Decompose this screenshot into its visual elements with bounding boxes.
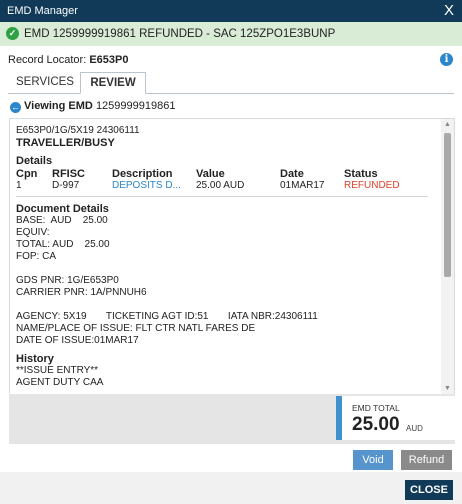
cell-cpn: 1 <box>16 180 22 191</box>
pnr-line: E653P0/1G/5X19 24306111 <box>16 125 140 136</box>
history-line-2: AGENT DUTY CAA <box>16 377 104 388</box>
tab-services[interactable]: SERVICES <box>14 72 76 92</box>
history-line-1: **ISSUE ENTRY** <box>16 365 99 376</box>
agency-line: AGENCY: 5X19 TICKETING AGT ID:51 IATA NB… <box>16 311 318 322</box>
passenger-name: TRAVELLER/BUSY <box>16 137 115 149</box>
viewing-label: Viewing EMD <box>24 100 93 112</box>
place-of-issue-line: NAME/PLACE OF ISSUE: FLT CTR NATL FARES … <box>16 323 256 334</box>
void-button[interactable]: Void <box>353 450 393 470</box>
dialog-footer <box>0 472 462 504</box>
vertical-scrollbar[interactable]: ▲ ▼ <box>441 119 454 395</box>
date-of-issue-line: DATE OF ISSUE:01MAR17 <box>16 335 139 346</box>
banner-message: EMD 1259999919861 REFUNDED - SAC 125ZPO1… <box>24 28 336 40</box>
scroll-up-icon[interactable]: ▲ <box>441 119 454 131</box>
column-header-description: Description <box>112 168 173 180</box>
cell-description-link[interactable]: DEPOSITS D... <box>112 180 196 192</box>
emd-detail-content: E653P0/1G/5X19 24306111 TRAVELLER/BUSY D… <box>16 125 434 389</box>
column-header-date: Date <box>280 168 304 180</box>
cell-rfisc: D-997 <box>52 180 80 191</box>
column-header-value: Value <box>196 168 225 180</box>
cell-date: 01MAR17 <box>280 180 325 191</box>
table-row: 1 D-997 DEPOSITS D... 25.00 AUD 01MAR17 … <box>16 180 426 192</box>
record-locator: Record Locator: E653P0 <box>8 54 128 66</box>
cell-value: 25.00 AUD <box>196 180 245 191</box>
success-banner: ✓ EMD 1259999919861 REFUNDED - SAC 125ZP… <box>0 22 462 46</box>
close-button[interactable]: CLOSE <box>405 480 453 500</box>
back-arrow-icon[interactable]: ← <box>10 102 21 113</box>
emd-total-amount: 25.00 <box>352 414 400 435</box>
gds-pnr-line: GDS PNR: 1G/E653P0 <box>16 275 119 286</box>
base-line: BASE: AUD 25.00 <box>16 215 108 226</box>
info-icon[interactable]: i <box>440 53 453 66</box>
document-details-heading: Document Details <box>16 203 109 215</box>
details-heading: Details <box>16 155 53 167</box>
divider <box>16 196 428 197</box>
record-locator-value: E653P0 <box>89 54 129 66</box>
total-line: TOTAL: AUD 25.00 <box>16 239 110 250</box>
history-heading: History <box>16 353 54 365</box>
column-header-status: Status <box>344 168 378 180</box>
emd-total-currency: AUD <box>406 424 423 433</box>
emd-detail-panel: E653P0/1G/5X19 24306111 TRAVELLER/BUSY D… <box>9 118 455 396</box>
close-icon[interactable]: X <box>444 2 454 19</box>
equiv-line: EQUIV: <box>16 227 50 238</box>
window-title: EMD Manager <box>7 5 78 17</box>
check-circle-icon: ✓ <box>6 27 19 40</box>
cell-status: REFUNDED <box>344 180 400 191</box>
scrollbar-thumb[interactable] <box>444 133 451 277</box>
emd-total-box: EMD TOTAL 25.00 AUD <box>336 396 456 440</box>
record-locator-label: Record Locator: <box>8 54 90 66</box>
emd-total-label: EMD TOTAL <box>352 403 400 413</box>
column-header-rfisc: RFISC <box>52 168 85 180</box>
carrier-pnr-line: CARRIER PNR: 1A/PNNUH6 <box>16 287 147 298</box>
refund-button[interactable]: Refund <box>401 450 452 470</box>
tab-review[interactable]: REVIEW <box>80 72 146 94</box>
viewing-emd-header: ← Viewing EMD 1259999919861 <box>10 100 175 113</box>
tab-bar: SERVICES REVIEW <box>8 72 454 94</box>
window-titlebar: EMD Manager X <box>0 0 462 22</box>
viewing-emd-number: 1259999919861 <box>95 100 176 112</box>
column-header-cpn: Cpn <box>16 168 38 180</box>
fop-line: FOP: CA <box>16 251 57 262</box>
coupon-table: Cpn RFISC Description Value Date Status … <box>16 168 426 192</box>
